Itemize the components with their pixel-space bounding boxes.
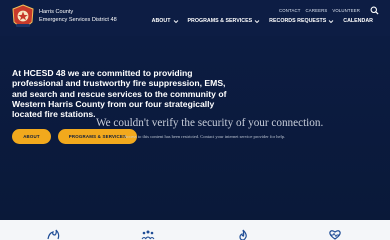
org-line-2: Emergency Services District 48 [39,16,117,23]
heart-icon[interactable] [328,229,342,240]
org-line-1: Harris County [39,9,74,15]
nav-item-calendar[interactable]: CALENDAR [343,18,373,24]
site-header: Harris County Emergency Services Distric… [0,0,390,36]
search-icon[interactable] [370,6,379,15]
features-strip [0,220,390,240]
hero-buttons: ABOUT PROGRAMS & SERVICES [12,129,137,144]
chevron-down-icon [254,19,260,23]
hero-section: At HCESD 48 we are committed to providin… [0,36,390,220]
security-error-title: We couldn't verify the security of your … [96,117,324,129]
nav-item-about[interactable]: ABOUT [152,18,179,24]
nav-label: CALENDAR [343,18,373,24]
chevron-down-icon [173,19,178,23]
people-icon[interactable] [141,229,155,240]
nav-item-records-requests[interactable]: RECORDS REQUESTS [269,18,334,24]
flame-icon[interactable] [236,229,250,240]
fire-icon[interactable] [46,229,60,240]
nav-label: RECORDS REQUESTS [269,18,327,24]
chevron-down-icon [328,19,334,23]
nav-label: PROGRAMS & SERVICES [187,18,253,24]
main-nav: ABOUT PROGRAMS & SERVICES RECORDS REQUES… [152,18,373,24]
utility-nav: CONTACT CAREERS VOLUNTEER [279,8,360,13]
security-error-message: Access to this content has been restrict… [124,134,286,139]
nav-label: ABOUT [151,18,171,24]
utility-link-careers[interactable]: CAREERS [306,8,328,13]
utility-link-contact[interactable]: CONTACT [279,8,301,13]
utility-link-volunteer[interactable]: VOLUNTEER [332,8,360,13]
department-badge-logo[interactable] [11,4,35,32]
about-button[interactable]: ABOUT [12,129,51,144]
hero-mission-statement: At HCESD 48 we are committed to providin… [12,68,227,120]
nav-item-programs-services[interactable]: PROGRAMS & SERVICES [188,18,261,24]
organization-name: Harris County Emergency Services Distric… [39,9,117,24]
